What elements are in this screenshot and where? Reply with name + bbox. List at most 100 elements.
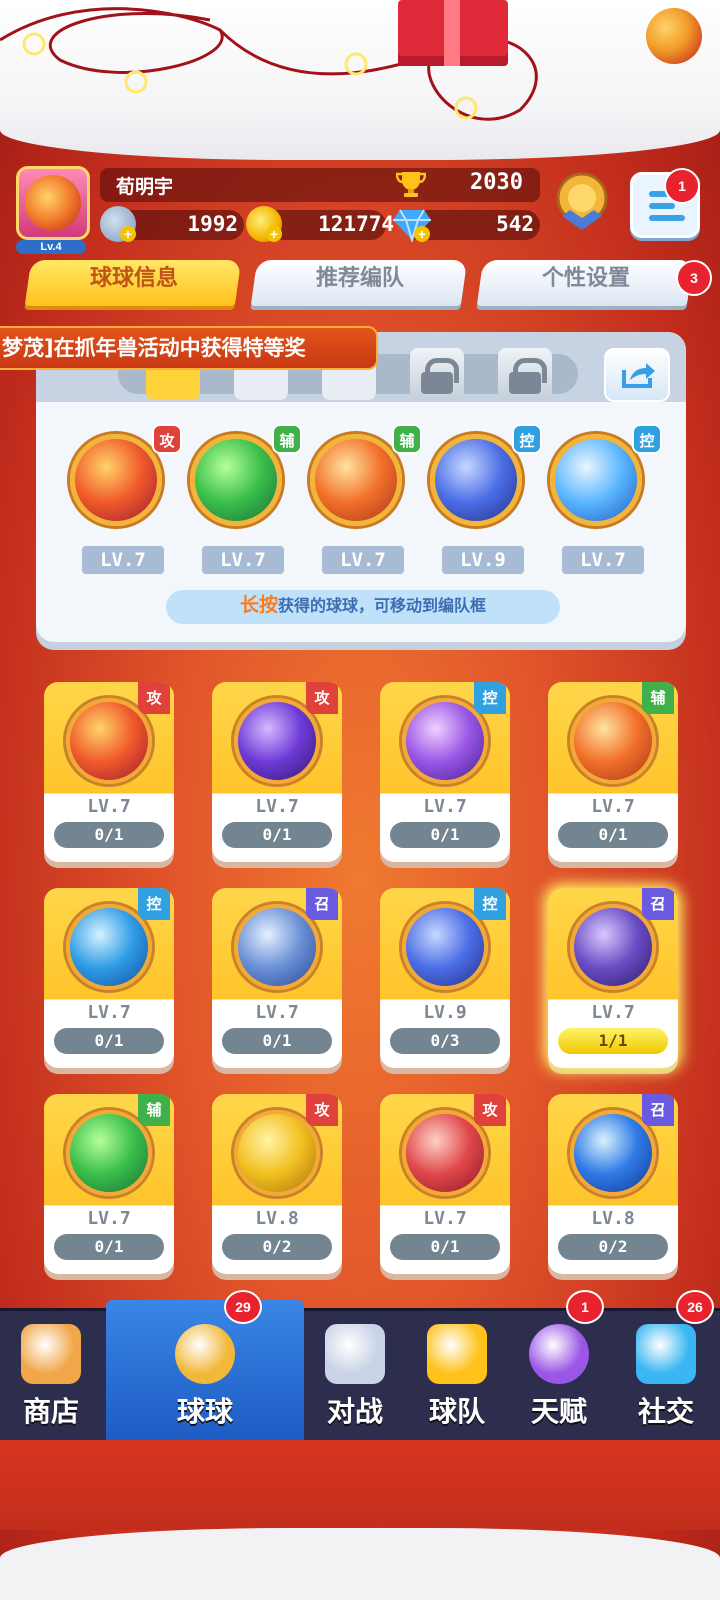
nav-item-whistle[interactable]: 球队: [406, 1308, 508, 1440]
ball-card[interactable]: 攻 LV.7 0/1: [212, 682, 342, 862]
ball-shard-count: 0/1: [222, 822, 332, 848]
string-lights-decoration: [0, 7, 538, 121]
clock-ball-icon[interactable]: [430, 434, 522, 526]
nav-label: 球球: [176, 1395, 233, 1428]
add-gems-button[interactable]: +: [414, 226, 430, 242]
ball-shard-count: 0/1: [390, 822, 500, 848]
avatar[interactable]: [16, 166, 90, 240]
add-gold-button[interactable]: +: [266, 226, 282, 242]
crossed-swords-icon: [325, 1324, 385, 1384]
ball-shard-count: 0/1: [54, 1234, 164, 1260]
ball-type-tag: 召: [306, 888, 338, 920]
ball-shard-count: 0/1: [390, 1234, 500, 1260]
nav-notification-badge: 26: [676, 1290, 714, 1324]
ball-type-tag: 控: [632, 424, 662, 454]
ball-shard-count: 0/3: [390, 1028, 500, 1054]
player-level: Lv.4: [16, 240, 86, 254]
ball-type-tag: 辅: [272, 424, 302, 454]
nav-label: 球队: [428, 1395, 485, 1428]
nav-label: 社交: [637, 1395, 694, 1428]
nav-item-ball[interactable]: 球球 29: [106, 1290, 304, 1440]
gems-count: 542: [496, 212, 534, 236]
trophy-count: 2030: [470, 170, 523, 195]
ball-level: LV.7: [322, 546, 404, 574]
ball-card[interactable]: 攻 LV.8 0/2: [212, 1094, 342, 1274]
chat-icon: [636, 1324, 696, 1384]
ball-card[interactable]: 控 LV.7 0/1: [44, 888, 174, 1068]
ball-type-tag: 召: [642, 1094, 674, 1126]
nav-item-shop[interactable]: 商店: [0, 1308, 102, 1440]
ball-card[interactable]: 辅 LV.7 0/1: [44, 1094, 174, 1274]
announcement-ticker: 梦茂]在抓年兽活动中获得特等奖: [0, 326, 378, 370]
ball-card[interactable]: 召 LV.7 1/1: [548, 888, 678, 1068]
ball-type-tag: 攻: [138, 682, 170, 714]
ball-type-tag: 召: [642, 888, 674, 920]
tab-recommended-team[interactable]: 推荐编队: [250, 260, 468, 306]
ball-level: LV.7: [423, 1208, 467, 1229]
arrow-ball-icon[interactable]: [190, 434, 282, 526]
ball-type-tag: 控: [474, 888, 506, 920]
hint-highlight: 长按: [239, 594, 278, 616]
ball-shard-count: 0/1: [558, 822, 668, 848]
ball-type-tag: 控: [474, 682, 506, 714]
settings-notification-badge: 3: [676, 260, 712, 296]
menu-line: [649, 203, 675, 209]
add-stars-button[interactable]: +: [120, 226, 136, 242]
shop-icon: [21, 1324, 81, 1384]
ball-icon: [175, 1324, 235, 1384]
snowflake-ball-icon[interactable]: [550, 434, 642, 526]
nav-item-crossed-swords[interactable]: 对战: [304, 1308, 406, 1440]
ball-card[interactable]: 控 LV.7 0/1: [380, 682, 510, 862]
ball-shard-count: 0/2: [558, 1234, 668, 1260]
nav-notification-badge: 29: [224, 1290, 262, 1324]
ball-card[interactable]: 攻 LV.7 0/1: [44, 682, 174, 862]
ball-card[interactable]: 辅 LV.7 0/1: [548, 682, 678, 862]
nav-label: 对战: [326, 1395, 383, 1428]
share-icon: [622, 363, 655, 388]
wings-ball-icon[interactable]: [310, 434, 402, 526]
ball-type-tag: 攻: [152, 424, 182, 454]
ball-level: LV.9: [423, 1002, 467, 1023]
whistle-icon: [427, 1324, 487, 1384]
ball-level: LV.7: [82, 546, 164, 574]
nav-label: 商店: [22, 1395, 79, 1428]
hint-text: 获得的球球，可移动到编队框: [278, 596, 487, 615]
ball-level: LV.8: [591, 1208, 635, 1229]
ball-shard-count: 0/2: [222, 1234, 332, 1260]
trophy-icon: [396, 172, 426, 197]
tab-personal-settings[interactable]: 个性设置: [476, 260, 694, 306]
ball-shard-count: 0/1: [222, 1028, 332, 1054]
nav-label: 天赋: [530, 1395, 587, 1428]
ball-type-tag: 攻: [306, 682, 338, 714]
ball-level: LV.7: [87, 1208, 131, 1229]
ball-card[interactable]: 召 LV.8 0/2: [548, 1094, 678, 1274]
ball-card[interactable]: 控 LV.9 0/3: [380, 888, 510, 1068]
rank-badge-icon[interactable]: [550, 170, 614, 234]
lock-icon[interactable]: [498, 348, 552, 400]
tab-label: 个性设置: [541, 266, 630, 291]
nav-notification-badge: 1: [566, 1290, 604, 1324]
ball-shard-count: 0/1: [54, 1028, 164, 1054]
ball-level: LV.7: [255, 796, 299, 817]
ball-type-tag: 辅: [138, 1094, 170, 1126]
dragon-ball-icon[interactable]: [70, 434, 162, 526]
tab-label: 推荐编队: [315, 266, 404, 291]
ball-type-tag: 攻: [474, 1094, 506, 1126]
lock-icon[interactable]: [410, 348, 464, 400]
ball-level: LV.7: [591, 796, 635, 817]
menu-line: [649, 215, 685, 221]
ball-type-tag: 辅: [642, 682, 674, 714]
tab-ball-info[interactable]: 球球信息: [24, 260, 242, 306]
ball-type-tag: 控: [512, 424, 542, 454]
menu-notification-badge: 1: [664, 168, 700, 204]
ball-card[interactable]: 召 LV.7 0/1: [212, 888, 342, 1068]
ball-level: LV.7: [591, 1002, 635, 1023]
drag-hint: 长按获得的球球，可移动到编队框: [166, 590, 560, 624]
ornament-decoration: [646, 8, 702, 64]
nav-item-chat[interactable]: 社交 26: [612, 1290, 720, 1440]
nav-item-talent-orb[interactable]: 天赋 1: [508, 1290, 610, 1440]
gift-box-decoration: [398, 0, 508, 66]
ball-card[interactable]: 攻 LV.7 0/1: [380, 1094, 510, 1274]
ball-level: LV.7: [87, 1002, 131, 1023]
share-button[interactable]: [604, 348, 670, 402]
